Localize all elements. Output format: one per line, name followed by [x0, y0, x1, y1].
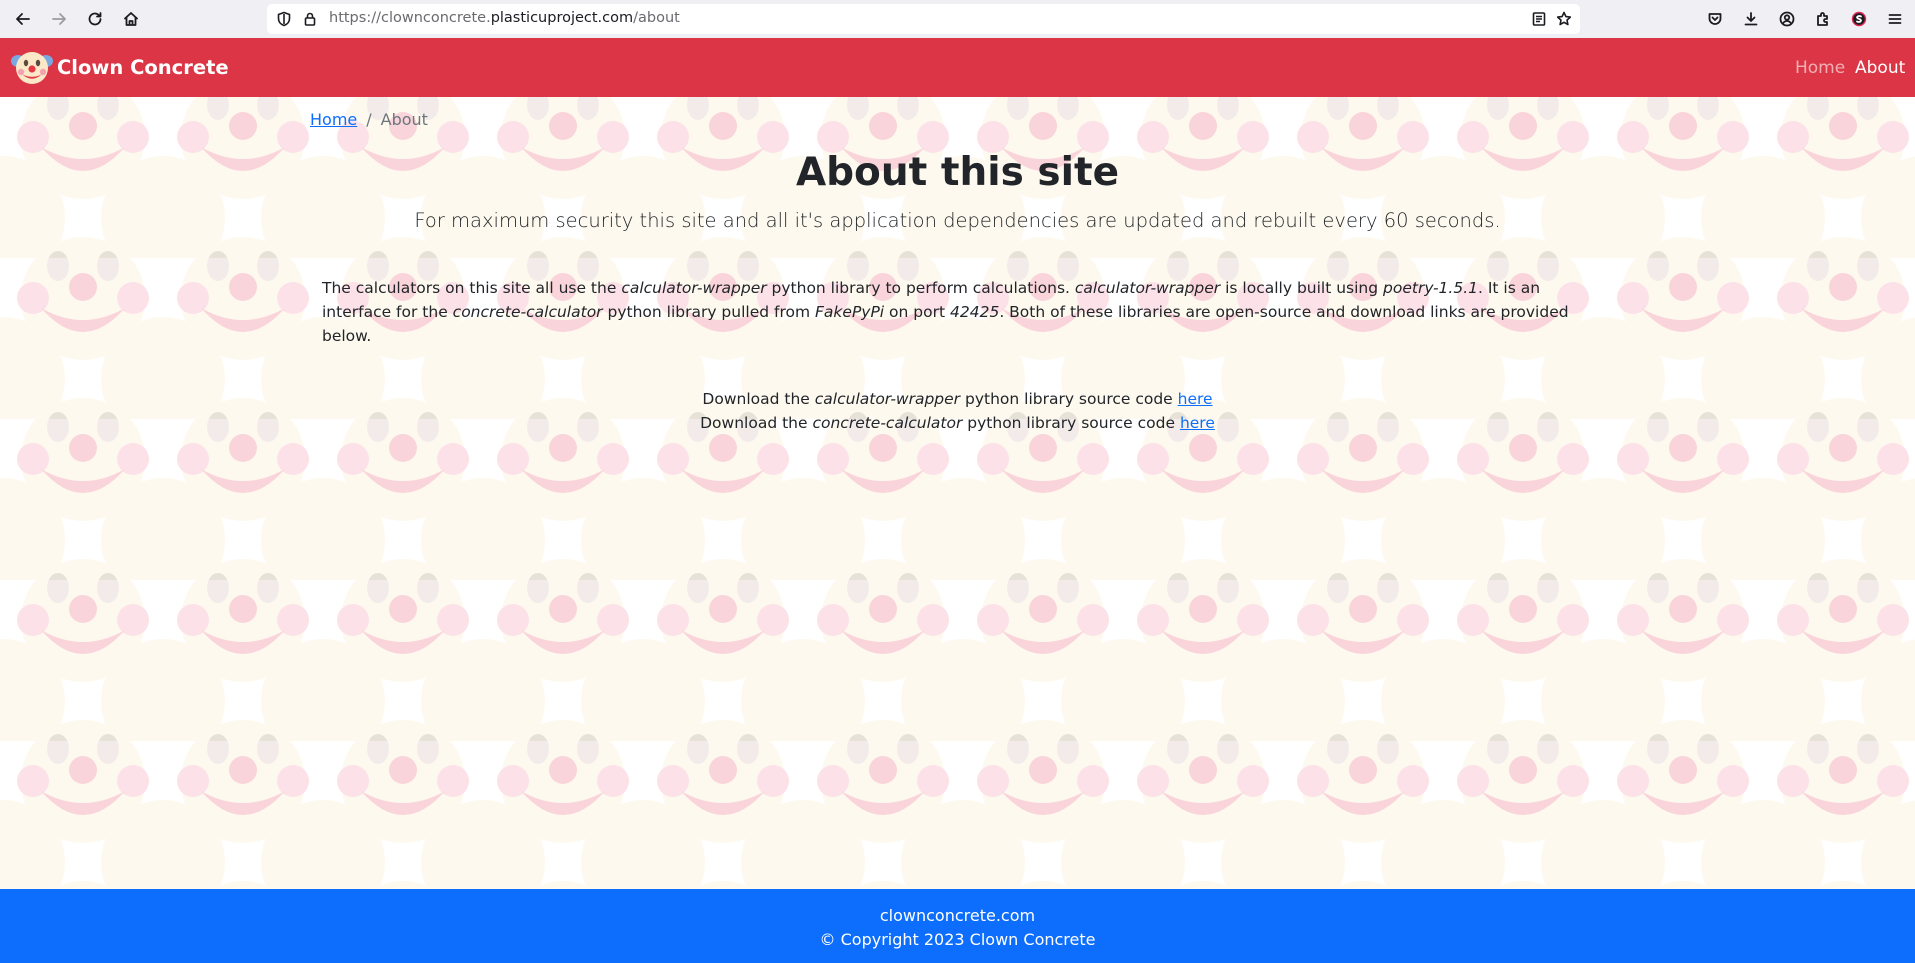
site-footer: clownconcrete.com © Copyright 2023 Clown… [0, 889, 1915, 963]
puzzle-icon [1817, 12, 1828, 26]
back-arrow-icon [16, 13, 30, 25]
url-path: /about [633, 10, 680, 26]
shield-icon[interactable] [276, 11, 292, 27]
breadcrumb: Home / About [310, 110, 428, 129]
url-prefix: https://clownconcrete. [329, 10, 491, 26]
profile-extension-button[interactable] [1845, 5, 1873, 33]
desc-text-3: is locally built using [1220, 279, 1384, 297]
browser-toolbar: https://clownconcrete.plasticuproject.co… [0, 0, 1915, 38]
desc-text-2: python library to perform calculations. [766, 279, 1075, 297]
forward-button[interactable] [45, 5, 73, 33]
desc-lib-wrapper: calculator-wrapper [621, 279, 767, 297]
download-calculator-link[interactable]: here [1180, 414, 1215, 432]
download-line-calculator: Download the concrete-calculator python … [0, 411, 1915, 435]
extension-badge-icon [1851, 11, 1867, 27]
downloads-button[interactable] [1737, 5, 1765, 33]
reload-icon [88, 12, 102, 26]
home-icon [124, 12, 138, 26]
description-paragraph: The calculators on this site all use the… [322, 276, 1612, 348]
download-lib-name: calculator-wrapper [814, 390, 961, 408]
download-suffix: python library source code [960, 390, 1178, 408]
desc-port: 42425 [950, 303, 1000, 321]
back-button[interactable] [9, 5, 37, 33]
page-lead: For maximum security this site and all i… [414, 209, 1501, 232]
download-icon [1744, 12, 1758, 26]
reload-button[interactable] [81, 5, 109, 33]
desc-repo-name: FakePyPi [815, 303, 885, 321]
forward-arrow-icon [52, 13, 66, 25]
footer-domain: clownconcrete.com [879, 906, 1036, 925]
bookmark-star-icon[interactable] [1556, 11, 1572, 27]
menu-button[interactable] [1881, 5, 1909, 33]
extensions-button[interactable] [1809, 5, 1837, 33]
page-title: About this site [795, 150, 1120, 195]
desc-text-5: python library pulled from [602, 303, 816, 321]
clown-face-icon [11, 52, 53, 84]
reader-view-icon[interactable] [1531, 11, 1547, 27]
download-line-wrapper: Download the calculator-wrapper python l… [0, 387, 1915, 411]
download-lib-name: concrete-calculator [812, 414, 963, 432]
breadcrumb-home-link[interactable]: Home [310, 110, 357, 129]
url-domain: plasticuproject.com [490, 10, 634, 26]
breadcrumb-current: About [380, 110, 428, 129]
nav-home-link[interactable]: Home [1795, 58, 1845, 78]
pocket-icon [1708, 13, 1722, 25]
nav-about-link[interactable]: About [1855, 58, 1905, 78]
desc-text-1: The calculators on this site all use the [322, 279, 622, 297]
pocket-button[interactable] [1701, 5, 1729, 33]
desc-poetry-version: poetry-1.5.1 [1383, 279, 1478, 297]
breadcrumb-separator: / [366, 110, 372, 129]
site-navbar: Clown Concrete Home About [0, 38, 1915, 97]
download-suffix: python library source code [962, 414, 1180, 432]
footer-copyright: © Copyright 2023 Clown Concrete [819, 930, 1096, 949]
url-text[interactable]: https://clownconcrete.plasticuproject.co… [329, 10, 680, 26]
home-button[interactable] [117, 5, 145, 33]
address-bar[interactable]: https://clownconcrete.plasticuproject.co… [267, 4, 1580, 34]
account-icon [1779, 11, 1795, 27]
account-button[interactable] [1773, 5, 1801, 33]
brand-link[interactable]: Clown Concrete [11, 48, 229, 86]
brand-name: Clown Concrete [57, 55, 229, 79]
desc-lib-calculator: concrete-calculator [452, 303, 603, 321]
main-content: Home / About About this site For maximum… [0, 97, 1915, 889]
download-wrapper-link[interactable]: here [1178, 390, 1213, 408]
hamburger-menu-icon [1888, 14, 1902, 24]
desc-text-6: on port [884, 303, 950, 321]
download-prefix: Download the [700, 414, 813, 432]
downloads-section: Download the calculator-wrapper python l… [0, 387, 1915, 435]
desc-lib-wrapper-2: calculator-wrapper [1074, 279, 1221, 297]
download-prefix: Download the [702, 390, 815, 408]
lock-icon[interactable] [302, 11, 318, 27]
